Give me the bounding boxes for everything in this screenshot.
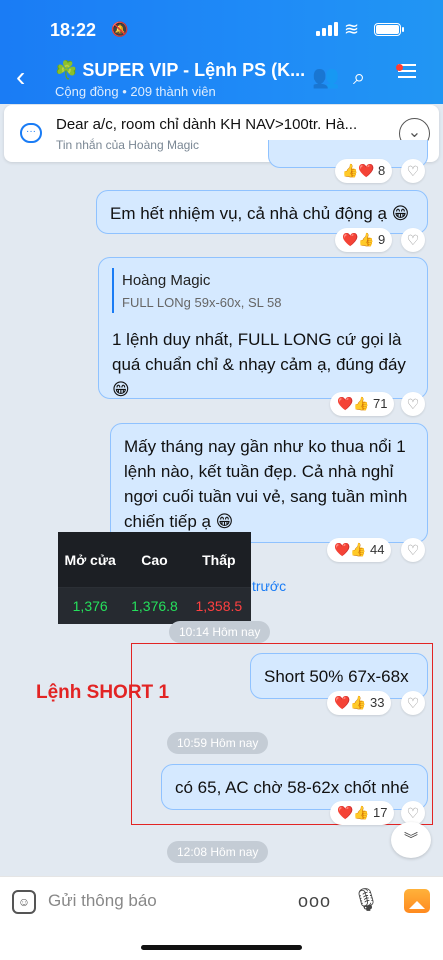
notification-dot xyxy=(396,64,403,71)
reaction-summary[interactable]: ❤️👍 71 xyxy=(330,392,395,416)
chat-title[interactable]: ☘️ SUPER VIP - Lệnh PS (K... xyxy=(55,60,305,81)
message-bubble[interactable]: Hoàng Magic FULL LONg 59x-60x, SL 58 1 l… xyxy=(98,257,428,399)
heart-icon[interactable]: ♡ xyxy=(401,228,425,252)
photo-icon[interactable] xyxy=(404,889,430,913)
table-cell-high: 1,376.8 xyxy=(131,598,178,614)
message-text: Mấy tháng nay gần như ko thua nổi 1 lệnh… xyxy=(124,437,408,531)
message-bubble[interactable]: Mấy tháng nay gần như ko thua nổi 1 lệnh… xyxy=(110,423,428,554)
reaction-summary[interactable]: 👍❤️ 8 xyxy=(335,159,393,183)
view-earlier-link[interactable]: trước xyxy=(252,578,286,594)
quote-sender: Hoàng Magic xyxy=(122,272,211,289)
message-input[interactable]: Gửi thông báo xyxy=(48,891,157,911)
signal-icon xyxy=(316,22,338,36)
message-text: Short 50% 67x-68x xyxy=(264,667,409,686)
add-member-icon[interactable]: 👥 xyxy=(312,64,339,90)
heart-icon[interactable]: ♡ xyxy=(401,538,425,562)
quoted-message[interactable]: Hoàng Magic FULL LONg 59x-60x, SL 58 xyxy=(112,268,414,313)
search-icon[interactable]: ⌕ xyxy=(353,64,365,90)
time-divider: 10:14 Hôm nay xyxy=(169,621,271,643)
reaction-summary[interactable]: ❤️👍 33 xyxy=(327,691,392,715)
microphone-icon[interactable]: 🎙 xyxy=(352,887,380,913)
reaction-summary[interactable]: ❤️👍 17 xyxy=(330,801,395,825)
message-text: có 65, AC chờ 58-62x chốt nhé xyxy=(175,778,410,797)
sticker-icon[interactable]: ☺ xyxy=(12,890,36,914)
wifi-icon: ≋ xyxy=(344,19,360,39)
reaction-summary[interactable]: ❤️👍 44 xyxy=(327,538,392,562)
scroll-down-button[interactable]: ︾ xyxy=(391,822,431,858)
heart-icon[interactable]: ♡ xyxy=(401,392,425,416)
table-header: Thấp xyxy=(202,552,236,568)
quote-text: FULL LONg 59x-60x, SL 58 xyxy=(122,295,282,310)
time-divider: 10:59 Hôm nay xyxy=(167,732,269,754)
heart-icon[interactable]: ♡ xyxy=(401,691,425,715)
chat-subtitle: Cộng đồng • 209 thành viên xyxy=(55,84,216,99)
battery-icon xyxy=(374,23,404,36)
table-cell-low: 1,358.5 xyxy=(195,598,243,614)
table-cell-open: 1,376 xyxy=(72,598,108,614)
table-header: Cao xyxy=(141,552,168,568)
heart-icon[interactable]: ♡ xyxy=(401,159,425,183)
home-indicator xyxy=(141,945,302,950)
message-text: Em hết nhiệm vụ, cả nhà chủ động ạ 😁 xyxy=(110,204,410,223)
mute-bell-icon: 🔕 xyxy=(111,21,129,37)
pinned-sender: Tin nhắn của Hoàng Magic xyxy=(56,138,199,152)
table-header: Mở cửa xyxy=(64,552,116,568)
message-text: 1 lệnh duy nhất, FULL LONG cứ gọi là quá… xyxy=(112,330,406,399)
status-time: 18:22 xyxy=(50,20,97,40)
time-divider: 12:08 Hôm nay xyxy=(167,841,269,863)
top-bar: 18:22 🔕 ≋ ‹ ☘️ SUPER VIP - Lệnh PS (K...… xyxy=(0,0,443,104)
status-bar: 18:22 🔕 ≋ xyxy=(0,0,443,58)
annotation-label: Lệnh SHORT 1 xyxy=(36,682,170,703)
back-arrow-icon[interactable]: ‹ xyxy=(16,63,25,91)
pinned-text: Dear a/c, room chỉ dành KH NAV>100tr. Hà… xyxy=(56,116,358,133)
chat-bubble-icon: ··· xyxy=(20,123,42,143)
more-icon[interactable]: ooo xyxy=(298,891,331,912)
price-table-overlay: Mở cửa Cao Thấp 1,376 1,376.8 1,358.5 xyxy=(58,532,251,624)
reaction-summary[interactable]: ❤️👍 9 xyxy=(335,228,393,252)
